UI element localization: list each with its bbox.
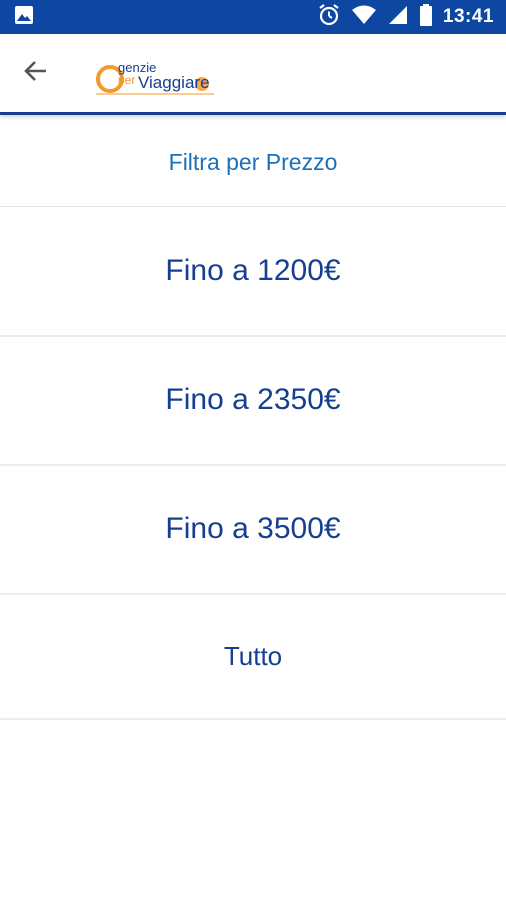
- status-time: 13:41: [442, 6, 494, 27]
- alarm-icon: [317, 3, 341, 32]
- image-icon: [14, 5, 34, 30]
- app-logo: genzie per Viaggiare: [94, 54, 220, 100]
- app-bar: genzie per Viaggiare: [0, 34, 506, 115]
- option-fino-2350[interactable]: Fino a 2350€: [0, 336, 506, 466]
- svg-text:per: per: [118, 73, 135, 87]
- option-label: Fino a 1200€: [165, 254, 341, 287]
- option-tutto[interactable]: Tutto: [0, 594, 506, 720]
- option-label: Fino a 2350€: [165, 383, 341, 416]
- option-label: Tutto: [223, 640, 283, 671]
- signal-icon: [387, 4, 409, 31]
- option-fino-1200[interactable]: Fino a 1200€: [0, 207, 506, 337]
- status-bar: 13:41: [0, 0, 506, 34]
- wifi-icon: [351, 4, 377, 31]
- filter-title: Filtra per Prezzo: [168, 148, 338, 175]
- filter-header: Filtra per Prezzo: [0, 118, 506, 207]
- svg-text:Viaggiare: Viaggiare: [138, 73, 210, 92]
- option-fino-3500[interactable]: Fino a 3500€: [0, 465, 506, 595]
- battery-icon: [419, 3, 433, 32]
- option-label: Fino a 3500€: [165, 512, 341, 545]
- back-button[interactable]: [16, 56, 56, 90]
- arrow-back-icon: [22, 57, 50, 90]
